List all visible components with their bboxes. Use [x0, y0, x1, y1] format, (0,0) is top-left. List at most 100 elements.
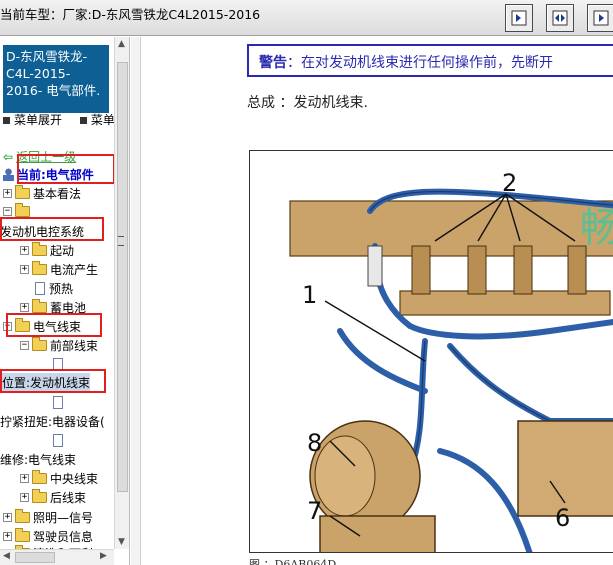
warning-text: ：在对发动机线束进行任何操作前，先断开: [287, 55, 553, 71]
tree-item[interactable]: + 中央线束: [20, 469, 98, 488]
injector: [467, 245, 487, 295]
injector: [411, 245, 431, 295]
menu-bullet-icon: [79, 117, 87, 124]
folder-icon: [15, 203, 30, 217]
folder-icon: [15, 185, 30, 199]
watermark: 畅: [580, 205, 613, 251]
tree-item-label: 基本看法: [33, 187, 82, 201]
expand-icon[interactable]: +: [20, 265, 29, 274]
harness-line: [407, 318, 613, 340]
scroll-down-icon[interactable]: ▼: [118, 537, 125, 547]
vehicle-title: 当前车型：厂家:D-东风雪铁龙C4L2015-2016: [0, 7, 261, 22]
expand-icon[interactable]: +: [20, 474, 29, 483]
expand-icon[interactable]: +: [3, 189, 12, 198]
injector: [567, 245, 587, 295]
scroll-thumb[interactable]: [117, 62, 128, 492]
document-content: 警告：在对发动机线束进行任何操作前，先断开 总成 ：发动机线束. 2 1 8 7…: [142, 37, 613, 565]
tree-item-label: 预热: [49, 282, 74, 296]
expand-arrows-icon: [552, 10, 568, 26]
injector: [513, 245, 533, 295]
folder-icon: [32, 261, 47, 275]
expand-icon[interactable]: +: [20, 246, 29, 255]
tree-horizontal-scrollbar[interactable]: ◀ ▶: [0, 549, 114, 565]
vehicle-info-box: D-东风雪铁龙- C4L-2015- 2016- 电气部件.: [3, 45, 109, 113]
callout-8: 8: [307, 429, 322, 457]
figure-caption: 图 ：D6AB064D: [249, 558, 337, 565]
next-arrow-icon: [593, 10, 609, 26]
tree-item[interactable]: + 电流产生: [20, 260, 98, 279]
collapse-icon[interactable]: −: [20, 341, 29, 350]
component-six: [517, 420, 613, 517]
document-icon: [53, 434, 63, 447]
tree-item[interactable]: 维修:电气线束: [0, 450, 76, 469]
document-icon: [53, 396, 63, 409]
user-icon: [3, 168, 14, 181]
tree-item-label: 后线束: [50, 491, 87, 505]
callout-2: 2: [502, 169, 517, 197]
fuel-rail: [399, 290, 611, 316]
vehicle-line: D-东风雪铁龙-: [6, 49, 88, 64]
folder-icon: [32, 337, 47, 351]
tree-item[interactable]: [53, 431, 67, 450]
callout-7: 7: [307, 497, 322, 525]
expand-icon[interactable]: +: [3, 513, 12, 522]
panel-splitter[interactable]: [131, 37, 141, 565]
engine-harness-figure: 2 1 8 7 6 畅: [249, 150, 613, 553]
folder-icon: [15, 528, 30, 542]
harness-line: [447, 343, 613, 424]
scroll-right-icon[interactable]: ▶: [100, 551, 107, 561]
folder-icon: [15, 509, 30, 523]
tree-item[interactable]: 预热: [35, 279, 73, 298]
scroll-left-icon[interactable]: ◀: [3, 551, 10, 561]
expand-icon[interactable]: +: [20, 303, 29, 312]
vehicle-line: C4L-2015-: [6, 66, 71, 81]
tree-vertical-scrollbar[interactable]: ▲ ▼: [114, 37, 129, 549]
tree-item-label: 维修:电气线束: [0, 453, 77, 467]
menu-expand-link[interactable]: 菜单展开: [14, 113, 62, 127]
tree-panel: D-东风雪铁龙- C4L-2015- 2016- 电气部件. 菜单展开 菜单 ⇦…: [0, 37, 130, 565]
warning-box: 警告：在对发动机线束进行任何操作前，先断开: [247, 44, 613, 77]
engine-harness-illustration: 2 1 8 7 6 畅: [289, 169, 613, 552]
tree-item[interactable]: + 照明—信号: [3, 508, 93, 527]
menu-controls: 菜单展开 菜单: [3, 111, 115, 128]
tree-item-label: 前部线束: [50, 339, 99, 353]
callout-6: 6: [555, 504, 570, 532]
tree-item[interactable]: + 起动: [20, 241, 74, 260]
top-bar: 当前车型：厂家:D-东风雪铁龙C4L2015-2016: [0, 0, 613, 36]
folder-icon: [32, 489, 47, 503]
tree-item[interactable]: + 基本看法: [3, 184, 81, 203]
connector: [367, 245, 383, 287]
splitter-grip-icon[interactable]: [118, 236, 124, 246]
menu-bullet-icon: [3, 117, 10, 124]
menu-collapse-link[interactable]: 菜单: [91, 113, 115, 127]
scroll-up-icon[interactable]: ▲: [118, 39, 125, 49]
harness-line: [437, 448, 533, 552]
warning-label: 警告: [259, 55, 287, 71]
prev-page-button[interactable]: [505, 4, 533, 32]
folder-icon: [32, 299, 47, 313]
alternator-face: [314, 435, 376, 517]
tree-item-label: 中央线束: [50, 472, 99, 486]
next-page-button[interactable]: [587, 4, 613, 32]
collapse-icon[interactable]: −: [3, 207, 12, 216]
expand-icon[interactable]: +: [20, 493, 29, 502]
tree-item-label: 电流产生: [50, 263, 99, 277]
highlight-box: [6, 313, 102, 337]
assembly-text: 总成 ：发动机线束.: [247, 95, 368, 111]
document-icon: [35, 282, 45, 295]
tree-item[interactable]: + 后线束: [20, 488, 86, 507]
highlight-box: [0, 369, 106, 393]
folder-icon: [32, 470, 47, 484]
scroll-thumb[interactable]: [15, 552, 55, 563]
prev-arrow-icon: [511, 10, 527, 26]
tree-item[interactable]: [53, 393, 67, 412]
tree-item[interactable]: − 前部线束: [20, 336, 98, 355]
expand-icon[interactable]: +: [3, 532, 12, 541]
tree-item-label: 起动: [50, 244, 75, 258]
expand-frame-button[interactable]: [546, 4, 574, 32]
intake-manifold: [289, 200, 613, 257]
vehicle-line: 2016- 电气部件.: [6, 83, 101, 98]
highlight-box: [17, 154, 115, 184]
callout-1: 1: [302, 281, 317, 309]
tree-item[interactable]: 拧紧扭矩:电器设备(: [0, 412, 105, 431]
